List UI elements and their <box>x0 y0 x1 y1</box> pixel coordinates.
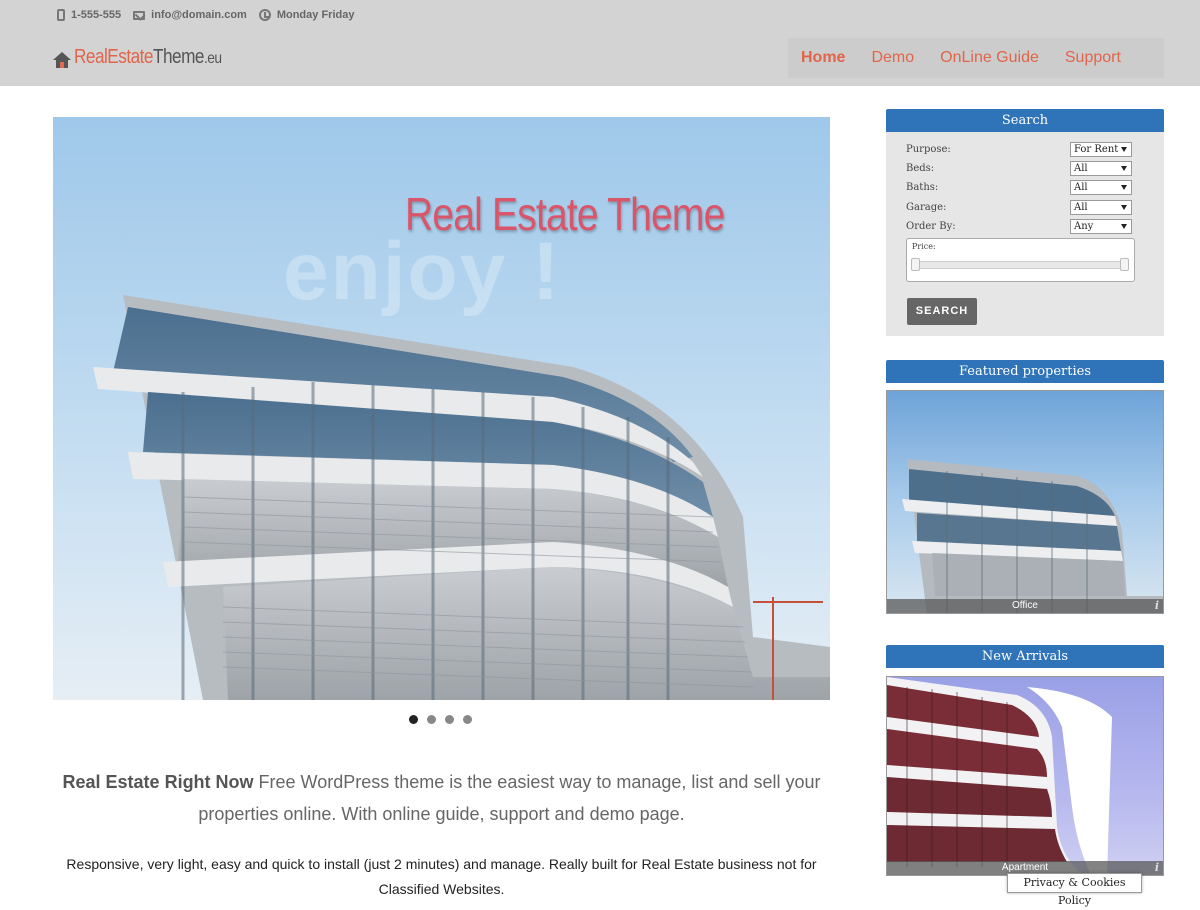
chevron-down-icon <box>1121 205 1127 210</box>
search-button[interactable]: SEARCH <box>907 298 977 325</box>
nav-home[interactable]: Home <box>788 38 858 78</box>
hero-slider[interactable]: enjoy ! Real Estate Theme <box>53 117 830 700</box>
beds-label: Beds: <box>906 163 935 174</box>
search-widget-title: Search <box>886 109 1164 132</box>
intro-body: Responsive, very light, easy and quick t… <box>66 856 817 897</box>
info-icon[interactable]: i <box>1155 599 1159 612</box>
info-icon[interactable]: i <box>1155 861 1159 874</box>
hours-text: Monday Friday <box>276 9 355 21</box>
slider-pagination <box>409 715 472 724</box>
garage-select[interactable]: All <box>1070 200 1132 215</box>
chevron-down-icon <box>1121 166 1127 171</box>
apartment-image <box>887 677 1112 875</box>
cookie-policy-button[interactable]: Privacy & Cookies Policy <box>1007 873 1142 907</box>
featured-property-card[interactable]: Office i <box>886 390 1164 614</box>
slider-dot[interactable] <box>445 715 454 724</box>
clock-icon <box>258 9 271 21</box>
purpose-label: Purpose: <box>906 144 951 155</box>
search-widget: Purpose: For Rent Beds: All Baths: All G… <box>886 132 1164 336</box>
slider-dot[interactable] <box>427 715 436 724</box>
garage-label: Garage: <box>906 202 947 213</box>
nav-online-guide[interactable]: OnLine Guide <box>927 38 1052 78</box>
intro-lead-text: Free WordPress theme is the easiest way … <box>198 772 821 824</box>
nav-support[interactable]: Support <box>1052 38 1134 78</box>
price-min-handle[interactable] <box>911 258 920 271</box>
phone-text: 1-555-555 <box>71 9 122 21</box>
featured-widget-title: Featured properties <box>886 360 1164 383</box>
slider-dot[interactable] <box>463 715 472 724</box>
purpose-select[interactable]: For Rent <box>1070 142 1132 157</box>
beds-row: Beds: All <box>906 161 1134 177</box>
contact-phone: 1-555-555 <box>57 9 121 21</box>
slider-dot[interactable] <box>409 715 418 724</box>
beds-select[interactable]: All <box>1070 161 1132 176</box>
price-range: Price: <box>906 238 1135 282</box>
featured-property-label: Office <box>887 599 1163 613</box>
mail-icon <box>133 10 146 20</box>
slider-caption: Real Estate Theme <box>405 188 725 240</box>
garage-row: Garage: All <box>906 200 1134 216</box>
chevron-down-icon <box>1121 147 1127 152</box>
contact-bar: 1-555-555 info@domain.com Monday Friday <box>57 7 354 23</box>
chevron-down-icon <box>1121 224 1127 229</box>
order-label: Order By: <box>906 221 956 232</box>
order-select[interactable]: Any <box>1070 219 1132 234</box>
chevron-down-icon <box>1121 185 1127 190</box>
contact-email[interactable]: info@domain.com <box>133 9 247 21</box>
price-label: Price: <box>912 242 936 251</box>
price-track[interactable] <box>912 261 1128 269</box>
intro-lead: Real Estate Right Now Free WordPress the… <box>53 766 830 830</box>
contact-hours: Monday Friday <box>258 9 355 21</box>
baths-label: Baths: <box>906 182 939 193</box>
order-row: Order By: Any <box>906 219 1134 235</box>
site-logo[interactable]: RealEstateTheme.eu <box>53 46 246 70</box>
baths-row: Baths: All <box>906 180 1134 196</box>
arrivals-widget-title: New Arrivals <box>886 645 1164 668</box>
phone-icon <box>57 9 65 21</box>
site-header: 1-555-555 info@domain.com Monday Friday … <box>0 0 1200 86</box>
nav-demo[interactable]: Demo <box>858 38 927 78</box>
arrival-property-card[interactable]: Apartment i <box>886 676 1164 876</box>
purpose-row: Purpose: For Rent <box>906 142 1134 158</box>
main-nav: Home Demo OnLine Guide Support <box>788 38 1164 78</box>
intro-lead-bold: Real Estate Right Now <box>62 772 254 792</box>
price-max-handle[interactable] <box>1120 258 1129 271</box>
logo-text: RealEstateTheme.eu <box>74 46 222 68</box>
baths-select[interactable]: All <box>1070 180 1132 195</box>
office-image <box>902 459 1163 613</box>
house-icon <box>53 52 71 68</box>
email-text[interactable]: info@domain.com <box>151 9 247 21</box>
